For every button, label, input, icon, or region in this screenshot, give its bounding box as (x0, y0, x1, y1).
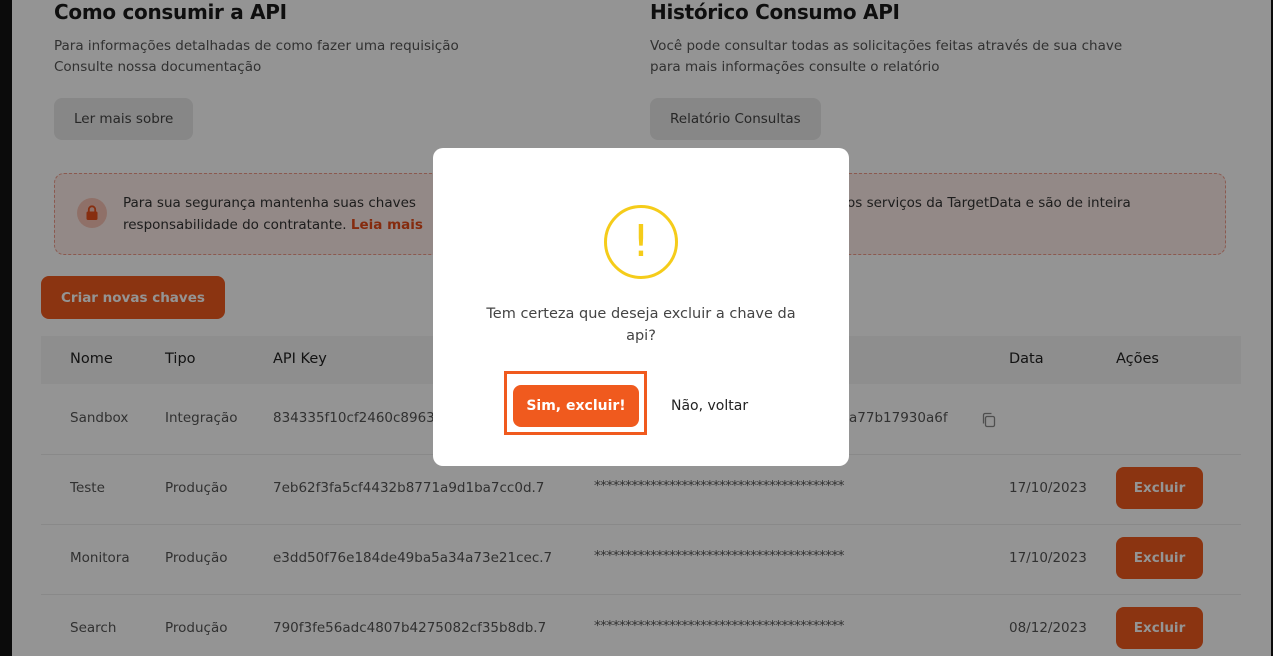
cancel-button[interactable]: Não, voltar (659, 385, 760, 427)
dialog-message: Tem certeza que deseja excluir a chave d… (486, 306, 796, 344)
warning-icon: ! (604, 205, 678, 279)
confirm-delete-dialog: ! Tem certeza que deseja excluir a chave… (433, 148, 849, 466)
confirm-delete-button[interactable]: Sim, excluir! (513, 385, 639, 427)
